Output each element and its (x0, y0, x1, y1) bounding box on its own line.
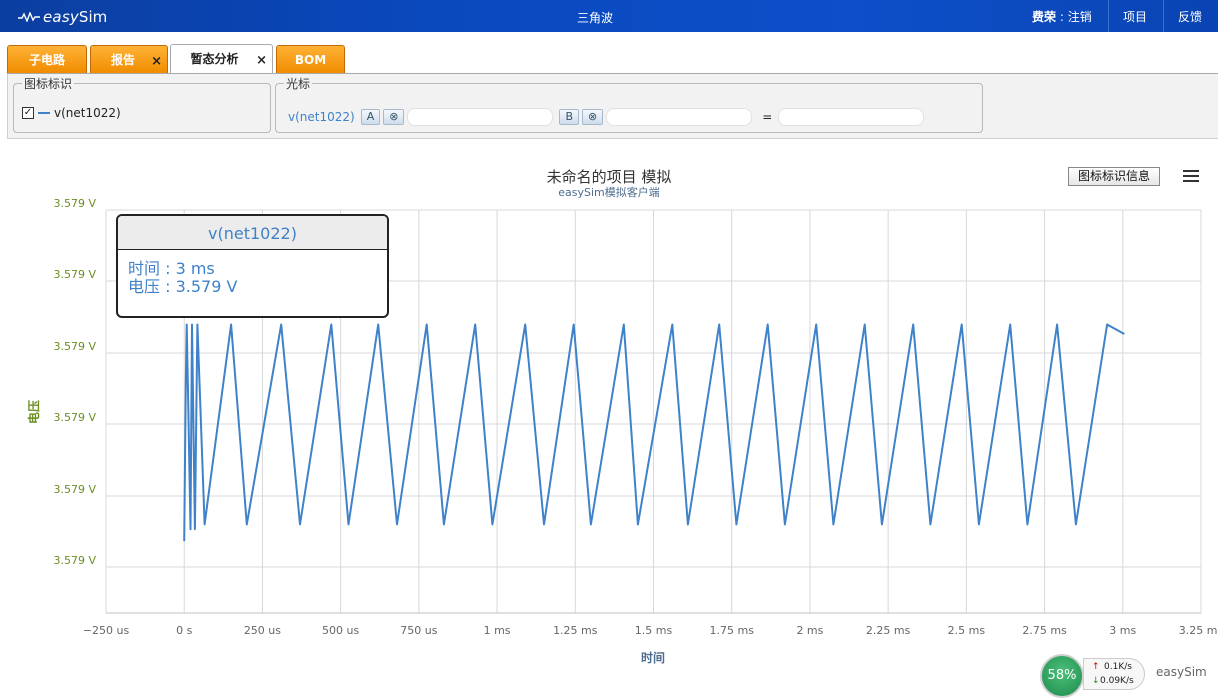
x-tick-label: 1 ms (484, 624, 511, 637)
y-tick-label: 3.579 V (53, 483, 96, 496)
y-tick-label: 3.579 V (53, 554, 96, 567)
upload-rate: 0.1K/s (1104, 662, 1132, 672)
tooltip-voltage: 电压 : 3.579 V (128, 277, 238, 296)
x-tick-label: 750 us (400, 624, 437, 637)
x-tick-label: −250 us (83, 624, 130, 637)
transient-chart[interactable]: −250 us 0 s 250 us 500 us 750 us 1 ms 1.25 ms 1… (0, 0, 1218, 687)
x-tick-label: 3.25 ms (1179, 624, 1218, 637)
x-tick-label: 250 us (244, 624, 281, 637)
tooltip-time: 时间 : 3 ms (128, 259, 215, 278)
x-tick-label: 2 ms (796, 624, 823, 637)
upload-arrow-icon: ↑ (1092, 662, 1100, 672)
network-status-widget: ↑ 0.1K/s ↓ 0.09K/s 58% (1038, 652, 1146, 698)
x-tick-label: 2.5 ms (948, 624, 986, 637)
x-tick-label: 1.5 ms (635, 624, 673, 637)
x-tick-label: 0 s (176, 624, 192, 637)
x-tick-label: 2.75 ms (1022, 624, 1067, 637)
x-tick-label: 3 ms (1109, 624, 1136, 637)
y-axis-title: 电压 (26, 400, 41, 424)
hamburger-icon[interactable] (1179, 166, 1203, 188)
x-axis-title: 时间 (641, 650, 665, 665)
download-rate: 0.09K/s (1100, 676, 1134, 686)
y-tick-label: 3.579 V (53, 340, 96, 353)
y-tick-label: 3.579 V (53, 268, 96, 281)
chart-tooltip: v(net1022) 时间 : 3 ms 电压 : 3.579 V (116, 214, 389, 318)
legend-info-button[interactable]: 图标标识信息 (1068, 167, 1160, 186)
x-tick-label: 2.25 ms (866, 624, 911, 637)
cpu-gauge: 58% (1040, 654, 1084, 698)
transfer-rates: ↑ 0.1K/s ↓ 0.09K/s (1083, 658, 1145, 690)
download-arrow-icon: ↓ (1092, 676, 1100, 686)
x-tick-label: 500 us (322, 624, 359, 637)
series-line-v-net1022 (183, 323, 1125, 542)
x-tick-label: 1.75 ms (709, 624, 754, 637)
footer-brand: easySim (1156, 665, 1207, 679)
x-tick-label: 1.25 ms (553, 624, 598, 637)
chart-subtitle: easySim模拟客户端 (558, 186, 660, 199)
y-tick-label: 3.579 V (53, 411, 96, 424)
tooltip-title: v(net1022) (118, 216, 387, 250)
